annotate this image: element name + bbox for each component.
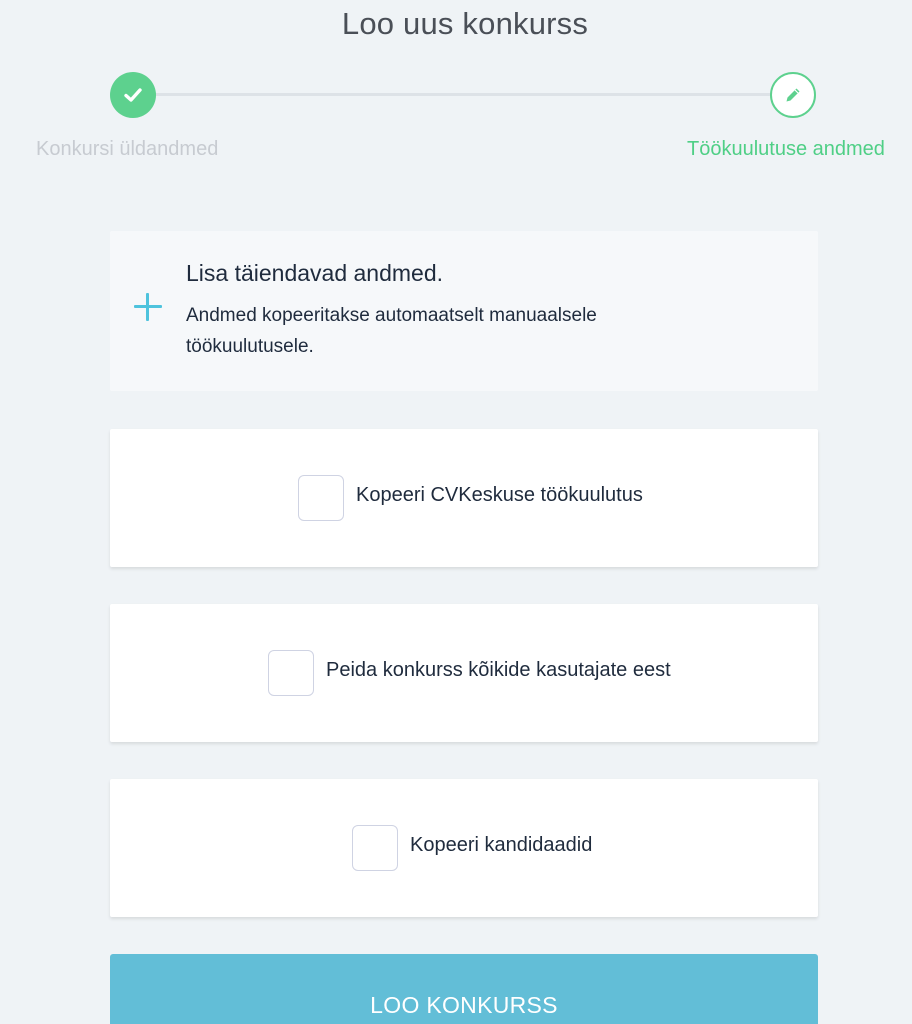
copy-job-ad-checkbox[interactable] xyxy=(298,475,344,521)
plus-icon[interactable] xyxy=(134,293,162,321)
step-2-label[interactable]: Töökuulutuse andmed xyxy=(687,138,885,161)
stepper-progress-line xyxy=(132,93,794,96)
hide-contest-checkbox[interactable] xyxy=(268,650,314,696)
step-1-indicator[interactable] xyxy=(110,72,156,118)
check-icon xyxy=(124,88,142,102)
option-card-copy-job-ad: Kopeeri CVKeskuse töökuulutus xyxy=(110,429,818,567)
copy-candidates-label[interactable]: Kopeeri kandidaadid xyxy=(410,834,592,857)
info-description: Andmed kopeeritakse automaatselt manuaal… xyxy=(186,305,597,357)
info-heading: Lisa täiendavad andmed. xyxy=(186,260,444,286)
hide-contest-label[interactable]: Peida konkurss kõikide kasutajate eest xyxy=(326,659,671,682)
copy-candidates-checkbox[interactable] xyxy=(352,825,398,871)
copy-job-ad-label[interactable]: Kopeeri CVKeskuse töökuulutus xyxy=(356,484,643,507)
create-contest-button[interactable]: LOO KONKURSS xyxy=(110,954,818,1024)
pencil-icon xyxy=(786,88,800,102)
step-1-label[interactable]: Konkursi üldandmed xyxy=(36,138,218,161)
create-contest-page: Loo uus konkurss Konkursi üldandmed Töök… xyxy=(0,0,912,1024)
option-card-copy-candidates: Kopeeri kandidaadid xyxy=(110,779,818,917)
option-card-hide-contest: Peida konkurss kõikide kasutajate eest xyxy=(110,604,818,742)
step-2-indicator[interactable] xyxy=(770,72,816,118)
page-title: Loo uus konkurss xyxy=(341,6,589,41)
